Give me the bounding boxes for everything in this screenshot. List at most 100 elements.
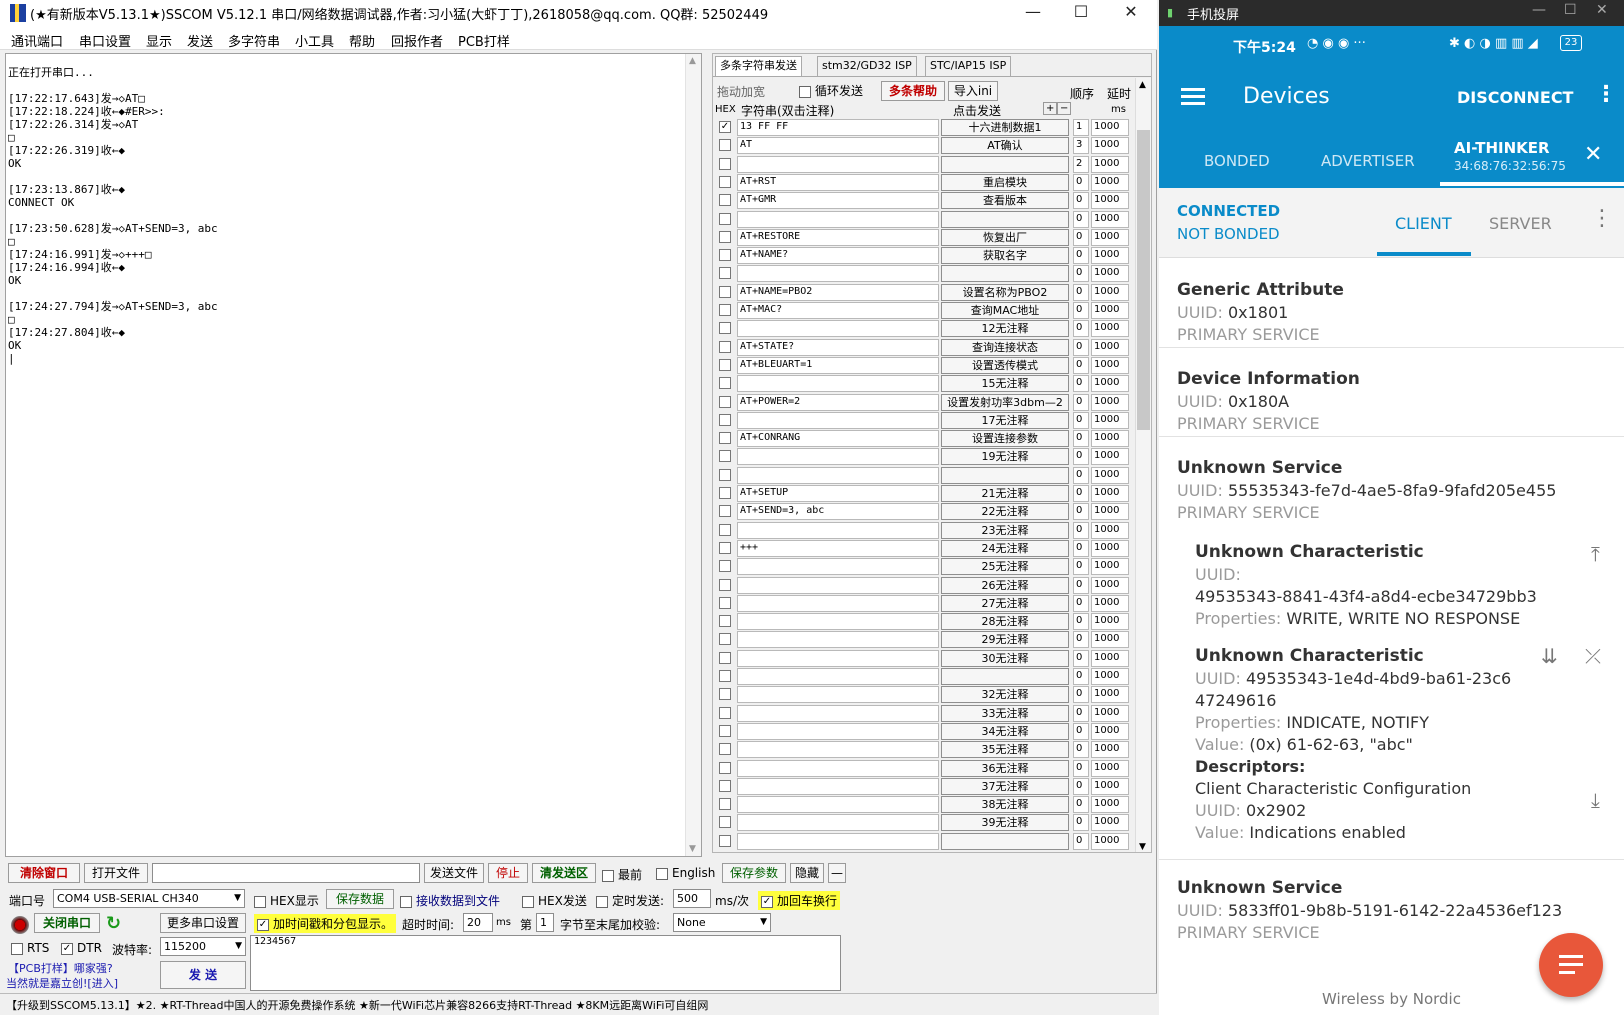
row-string-input[interactable]: 13 FF FF <box>737 119 939 136</box>
row-order-input[interactable]: 0 <box>1073 649 1089 667</box>
row-string-input[interactable]: AT+SETUP <box>737 485 939 502</box>
row-delay-input[interactable]: 1000 <box>1091 247 1129 265</box>
row-send-button[interactable]: 39无注释 <box>941 814 1069 832</box>
save-data-button[interactable]: 保存数据 <box>326 889 394 909</box>
row-delay-input[interactable]: 1000 <box>1091 686 1129 704</box>
row-string-input[interactable] <box>737 320 939 338</box>
row-delay-input[interactable]: 1000 <box>1091 631 1129 649</box>
row-order-input[interactable]: 0 <box>1073 503 1089 521</box>
row-order-input[interactable]: 0 <box>1073 411 1089 429</box>
row-order-input[interactable]: 0 <box>1073 814 1089 832</box>
row-delay-input[interactable]: 1000 <box>1091 832 1129 850</box>
row-hex-checkbox[interactable] <box>719 358 731 371</box>
row-send-button[interactable]: 33无注释 <box>941 704 1069 722</box>
row-delay-input[interactable]: 1000 <box>1091 814 1129 832</box>
file-path-input[interactable] <box>152 863 420 883</box>
row-string-input[interactable]: AT <box>737 137 939 155</box>
multi-scroll-thumb[interactable] <box>1137 130 1150 430</box>
row-string-input[interactable] <box>737 796 939 814</box>
menu-icon[interactable] <box>1181 88 1205 106</box>
add-row-button[interactable]: + <box>1043 102 1058 115</box>
row-string-input[interactable] <box>737 466 939 484</box>
menu-pcb[interactable]: PCB打样 <box>458 31 510 50</box>
row-send-button[interactable] <box>941 155 1069 173</box>
row-send-button[interactable]: 29无注释 <box>941 631 1069 649</box>
row-order-input[interactable]: 0 <box>1073 448 1089 466</box>
row-send-button[interactable]: 查看版本 <box>941 192 1069 210</box>
row-hex-checkbox[interactable] <box>719 688 731 701</box>
row-send-button[interactable] <box>941 265 1069 283</box>
save-params-button[interactable]: 保存参数 <box>722 863 786 883</box>
row-hex-checkbox[interactable] <box>719 212 731 225</box>
row-order-input[interactable]: 0 <box>1073 704 1089 722</box>
pcb-ad-line1[interactable]: 【PCB打样】哪家强? <box>8 960 113 976</box>
row-order-input[interactable]: 0 <box>1073 302 1089 319</box>
tab-stm32-isp[interactable]: stm32/GD32 ISP <box>817 56 917 76</box>
maximize-button[interactable]: ☐ <box>1058 0 1104 26</box>
row-string-input[interactable] <box>737 375 939 393</box>
row-hex-checkbox[interactable]: ✓ <box>719 121 731 133</box>
row-hex-checkbox[interactable] <box>719 615 731 628</box>
row-string-input[interactable] <box>737 759 939 777</box>
hex-display-checkbox[interactable]: HEX显示 <box>254 892 319 909</box>
row-hex-checkbox[interactable] <box>719 468 731 481</box>
phone-minimize-button[interactable]: — <box>1532 2 1546 18</box>
timeout-input[interactable]: 20 <box>463 913 493 932</box>
row-order-input[interactable]: 0 <box>1073 686 1089 704</box>
row-delay-input[interactable]: 1000 <box>1091 759 1129 777</box>
row-hex-checkbox[interactable] <box>719 285 731 298</box>
row-hex-checkbox[interactable] <box>719 487 731 499</box>
row-send-button[interactable]: 30无注释 <box>941 649 1069 667</box>
row-hex-checkbox[interactable] <box>719 395 731 408</box>
row-delay-input[interactable]: 1000 <box>1091 393 1129 411</box>
row-order-input[interactable]: 0 <box>1073 485 1089 502</box>
stop-button[interactable]: 停止 <box>488 863 528 883</box>
import-ini-button[interactable]: 导入ini <box>948 81 998 101</box>
row-order-input[interactable]: 0 <box>1073 265 1089 283</box>
row-delay-input[interactable]: 1000 <box>1091 448 1129 466</box>
row-hex-checkbox[interactable] <box>719 743 731 756</box>
row-hex-checkbox[interactable] <box>719 230 731 243</box>
row-send-button[interactable]: 17无注释 <box>941 411 1069 429</box>
log-fab-button[interactable] <box>1539 933 1603 997</box>
row-delay-input[interactable]: 1000 <box>1091 137 1129 155</box>
upload-icon[interactable]: ⤒ <box>1591 542 1600 566</box>
notify-icon[interactable]: ⇊ <box>1541 644 1558 668</box>
row-send-button[interactable]: 32无注释 <box>941 686 1069 704</box>
row-delay-input[interactable]: 1000 <box>1091 796 1129 814</box>
row-send-button[interactable]: 十六进制数据1 <box>941 119 1069 136</box>
row-delay-input[interactable]: 1000 <box>1091 485 1129 502</box>
timestamp-checkbox[interactable]: ✓ 加时间戳和分包显示。 <box>254 914 397 933</box>
pcb-ad-line2[interactable]: 当然就是嘉立创![进入] <box>6 975 118 991</box>
row-order-input[interactable]: 0 <box>1073 521 1089 539</box>
row-order-input[interactable]: 3 <box>1073 137 1089 155</box>
row-send-button[interactable]: 设置名称为PBO2 <box>941 283 1069 301</box>
row-delay-input[interactable]: 1000 <box>1091 704 1129 722</box>
tab-stc-isp[interactable]: STC/IAP15 ISP <box>925 56 1012 76</box>
row-string-input[interactable]: AT+STATE? <box>737 338 939 356</box>
row-hex-checkbox[interactable] <box>719 578 731 591</box>
row-send-button[interactable]: AT确认 <box>941 137 1069 155</box>
row-order-input[interactable]: 0 <box>1073 558 1089 576</box>
scroll-down-icon[interactable]: ▼ <box>689 844 696 854</box>
row-delay-input[interactable]: 1000 <box>1091 210 1129 228</box>
row-order-input[interactable]: 0 <box>1073 576 1089 594</box>
row-string-input[interactable] <box>737 814 939 832</box>
row-delay-input[interactable]: 1000 <box>1091 430 1129 448</box>
close-port-button[interactable]: 关闭串口 <box>34 913 100 933</box>
row-string-input[interactable]: +++ <box>737 539 939 557</box>
row-send-button[interactable] <box>941 668 1069 685</box>
row-send-button[interactable]: 19无注释 <box>941 448 1069 466</box>
row-string-input[interactable] <box>737 777 939 795</box>
row-string-input[interactable] <box>737 686 939 704</box>
period-input[interactable]: 500 <box>673 889 711 908</box>
row-send-button[interactable]: 23无注释 <box>941 521 1069 539</box>
row-string-input[interactable]: AT+GMR <box>737 192 939 210</box>
topmost-checkbox[interactable]: 最前 <box>602 866 642 883</box>
rts-checkbox[interactable]: RTS <box>11 941 49 955</box>
service-device-information[interactable]: Device Information UUID: 0x180A PRIMARY … <box>1159 349 1624 437</box>
row-order-input[interactable]: 0 <box>1073 722 1089 740</box>
row-string-input[interactable]: AT+MAC? <box>737 302 939 319</box>
service-unknown-2[interactable]: Unknown Service UUID: 5833ff01-9b8b-5191… <box>1159 861 1624 949</box>
row-order-input[interactable]: 0 <box>1073 247 1089 265</box>
